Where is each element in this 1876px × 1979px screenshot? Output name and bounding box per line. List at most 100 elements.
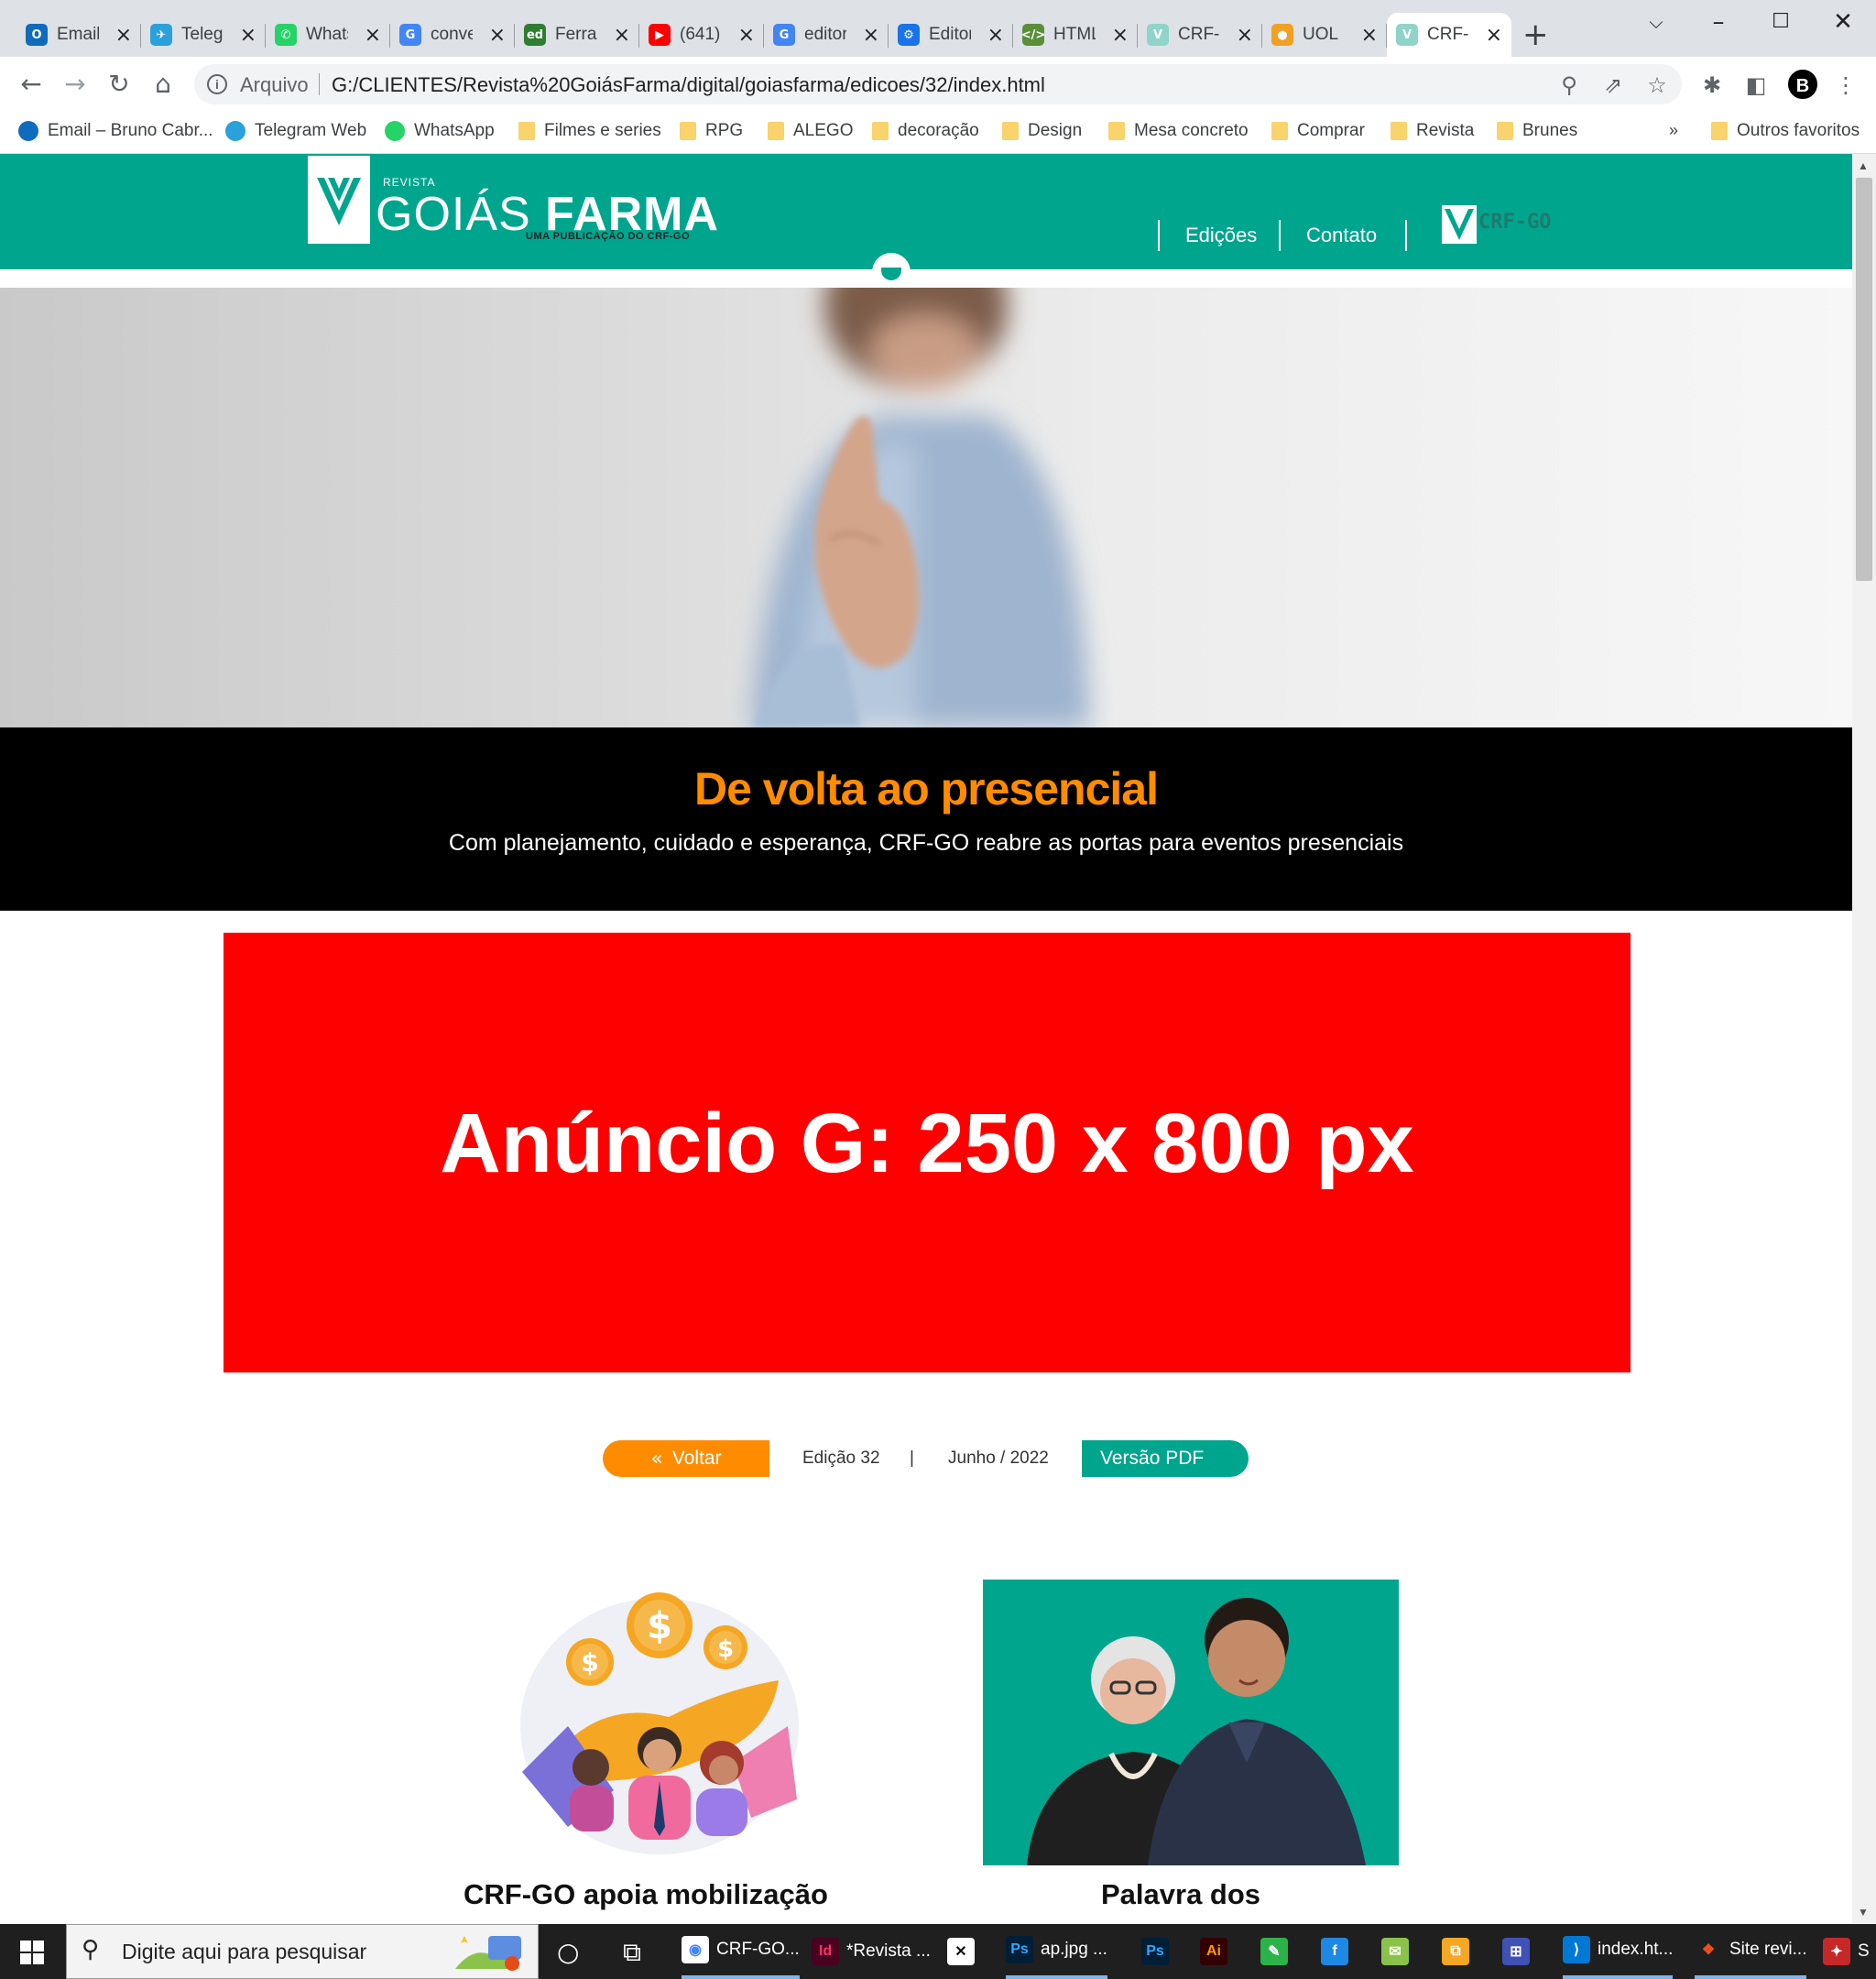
scroll-up-arrow-icon[interactable]: ▲ <box>1858 159 1869 172</box>
chrome-icon: ◉ <box>682 1936 709 1963</box>
close-tab-icon[interactable]: × <box>1237 24 1253 47</box>
browser-tab[interactable]: ▶ (641) × <box>639 13 764 57</box>
tab-search-icon[interactable]: ⌵ <box>1629 5 1684 38</box>
site-info-icon[interactable]: i <box>207 74 227 94</box>
browser-tab[interactable]: Geditor × <box>764 13 889 57</box>
taskbar-app[interactable]: Ai <box>1200 1924 1227 1979</box>
taskbar-app[interactable]: ✕ <box>947 1924 975 1979</box>
bookmark-item[interactable]: Telegram Web <box>225 121 366 141</box>
page-scrollbar[interactable]: ▲ ▼ <box>1852 154 1876 1924</box>
card-photo-president[interactable] <box>983 1580 1399 1865</box>
bookmark-item[interactable]: ALEGO <box>768 121 853 141</box>
bookmark-item[interactable]: Mesa concreto <box>1108 121 1249 141</box>
scroll-down-arrow-icon[interactable]: ▼ <box>1858 1906 1869 1919</box>
bookmark-item[interactable]: Design <box>1002 121 1082 141</box>
bookmark-item[interactable]: WhatsApp <box>385 121 495 141</box>
bookmark-item[interactable]: Revista <box>1391 121 1474 141</box>
bookmark-item[interactable]: decoração <box>872 121 979 141</box>
uol-icon: ● <box>1271 24 1293 46</box>
back-arrow-icon[interactable]: ← <box>13 66 49 103</box>
ad-banner[interactable]: Anúncio G: 250 x 800 px <box>224 933 1631 1372</box>
card-title-2[interactable]: Palavra dos <box>1101 1878 1260 1911</box>
taskbar-app[interactable]: ❖ Site revi... <box>1695 1924 1807 1979</box>
nav-link-edicoes[interactable]: Edições <box>1185 224 1257 247</box>
close-window-button[interactable]: ✕ <box>1816 5 1871 38</box>
zoom-icon[interactable]: ⚲ <box>1555 71 1583 99</box>
address-bar[interactable]: i Arquivo G:/CLIENTES/Revista%20GoiásFar… <box>194 64 1682 104</box>
taskbar-app[interactable]: ✦ S <box>1823 1924 1870 1979</box>
close-tab-icon[interactable]: × <box>738 24 755 47</box>
pdf-version-button[interactable]: Versão PDF <box>1082 1440 1249 1477</box>
share-icon[interactable]: ⇗ <box>1599 71 1627 99</box>
tab-title: Editor <box>929 25 971 44</box>
browser-tab[interactable]: V CRF-GO × <box>1387 13 1511 57</box>
taskbar-app[interactable]: ◉ CRF-GO... <box>682 1924 800 1979</box>
extensions-icon[interactable]: ✱ <box>1698 71 1726 99</box>
browser-tab[interactable]: </> HTML × <box>1013 13 1138 57</box>
browser-tab[interactable]: ed Ferramentas × <box>515 13 639 57</box>
close-tab-icon[interactable]: × <box>115 24 132 47</box>
forward-arrow-icon[interactable]: → <box>57 66 93 103</box>
taskbar-app[interactable]: Ps <box>1141 1924 1169 1979</box>
close-tab-icon[interactable]: × <box>863 24 879 47</box>
browser-tab[interactable]: ⚙ Editor × <box>889 13 1013 57</box>
telegram-icon: ✈ <box>150 24 172 46</box>
bookmark-item[interactable]: Comprar <box>1271 121 1365 141</box>
bookmark-item[interactable]: Email – Bruno Cabr... <box>18 121 213 141</box>
browser-tab[interactable]: V CRF-GO × <box>1138 13 1262 57</box>
taskbar-app[interactable]: Id *Revista ... <box>812 1924 931 1979</box>
bookmark-item[interactable]: Brunes <box>1497 121 1577 141</box>
close-tab-icon[interactable]: × <box>987 24 1004 47</box>
close-tab-icon[interactable]: × <box>1361 24 1378 47</box>
browser-tab[interactable]: ● UOL × <box>1262 13 1387 57</box>
taskbar-app[interactable]: ⊞ <box>1502 1924 1530 1979</box>
windows-start-icon[interactable] <box>20 1941 44 1964</box>
reload-icon[interactable]: ↻ <box>101 66 137 103</box>
new-tab-button[interactable]: + <box>1522 16 1549 53</box>
close-tab-icon[interactable]: × <box>1486 24 1502 47</box>
browser-tab[interactable]: O Email – Bruno Cabral – Outlook × <box>16 13 141 57</box>
close-tab-icon[interactable]: × <box>240 24 256 47</box>
taskbar-app[interactable]: Ps ap.jpg ... <box>1006 1924 1107 1979</box>
taskbar-app[interactable]: ⟩ index.ht... <box>1563 1924 1674 1979</box>
site-header: REVISTA GOIÁS FARMA UMA PUBLICAÇÃO DO CR… <box>0 154 1852 271</box>
browser-tab[interactable]: ✆ WhatsApp × <box>266 13 390 57</box>
bookmarks-overflow-button[interactable]: » <box>1669 121 1678 140</box>
taskbar-app[interactable]: ✎ <box>1260 1924 1288 1979</box>
taskbar-app[interactable]: ✉ <box>1381 1924 1409 1979</box>
edition-meta-row: « Voltar Edição 32 | Junho / 2022 Versão… <box>0 1440 1852 1477</box>
nav-link-contato[interactable]: Contato <box>1306 224 1377 247</box>
taskbar-app[interactable]: ⧉ <box>1442 1924 1469 1979</box>
card-title-1[interactable]: CRF-GO apoia mobilização <box>464 1878 828 1911</box>
logo-v-icon[interactable] <box>308 156 370 244</box>
close-tab-icon[interactable]: × <box>489 24 506 47</box>
minimize-button[interactable]: – <box>1691 5 1746 38</box>
close-tab-icon[interactable]: × <box>1112 24 1129 47</box>
taskbar-app[interactable]: f <box>1321 1924 1348 1979</box>
crf-logo-icon[interactable] <box>1442 205 1477 244</box>
scrollbar-thumb[interactable] <box>1856 178 1872 581</box>
url-text[interactable]: G:/CLIENTES/Revista%20GoiásFarma/digital… <box>332 73 1045 97</box>
card-illustration-money-hand[interactable]: $ $ $ <box>513 1580 806 1854</box>
browser-tab[interactable]: Gconversor × <box>390 13 515 57</box>
other-bookmarks[interactable]: Outros favoritos <box>1711 121 1860 141</box>
profile-avatar[interactable]: B <box>1788 70 1817 99</box>
bookmark-item[interactable]: RPG <box>680 121 743 141</box>
maximize-button[interactable]: ☐ <box>1753 5 1808 38</box>
browser-tab[interactable]: ✈ Telegram Web × <box>141 13 266 57</box>
tab-title: conversor <box>431 25 473 44</box>
close-tab-icon[interactable]: × <box>365 24 381 47</box>
bookmark-star-icon[interactable]: ☆ <box>1643 71 1671 99</box>
crf-logo-text[interactable]: CRF-GO <box>1478 211 1551 234</box>
bookmark-item[interactable]: Filmes e series <box>518 121 661 141</box>
home-icon[interactable]: ⌂ <box>145 66 181 103</box>
crf-icon: V <box>1396 24 1418 46</box>
taskbar-search-box[interactable]: ⚲ Digite aqui para pesquisar <box>66 1924 539 1979</box>
side-panel-icon[interactable]: ◧ <box>1742 71 1770 99</box>
close-tab-icon[interactable]: × <box>614 24 630 47</box>
menu-kebab-icon[interactable]: ⋮ <box>1832 71 1860 99</box>
task-view-circle-icon[interactable]: ○ <box>557 1937 579 1967</box>
windows-taskbar: ⚲ Digite aqui para pesquisar ○ ⧉ ◉ CRF-GO… <box>0 1924 1876 1979</box>
back-button[interactable]: « Voltar <box>603 1440 769 1477</box>
task-view-icon[interactable]: ⧉ <box>623 1937 641 1968</box>
